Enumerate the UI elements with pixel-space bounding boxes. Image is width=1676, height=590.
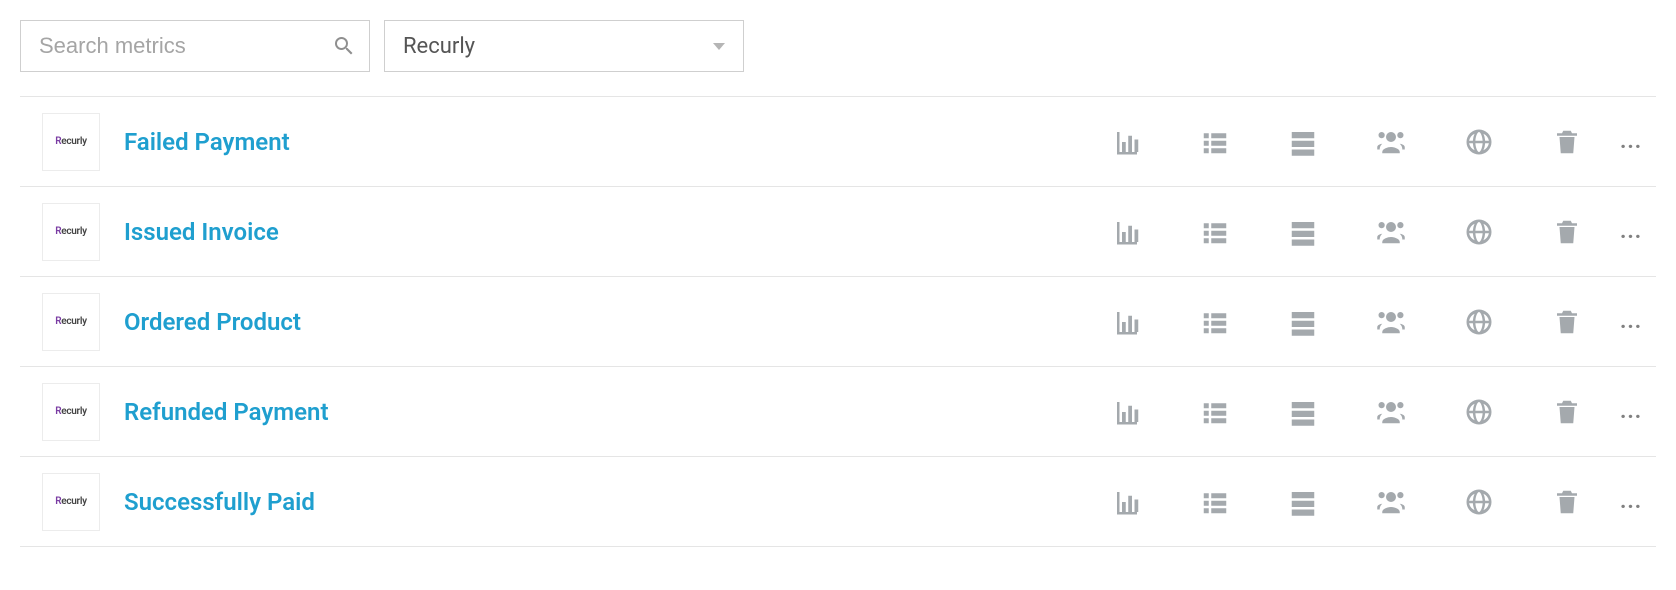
metrics-list: Recurly Failed Payment ... Recurly Issue…: [20, 96, 1656, 547]
server-icon[interactable]: [1288, 307, 1318, 337]
source-logo-text: Recurly: [55, 406, 87, 417]
more-menu-icon[interactable]: ...: [1620, 399, 1640, 424]
server-icon[interactable]: [1288, 487, 1318, 517]
source-select[interactable]: Recurly: [384, 20, 744, 72]
source-logo: Recurly: [42, 113, 100, 171]
chevron-down-icon: [713, 43, 725, 50]
globe-icon[interactable]: [1464, 127, 1494, 157]
row-actions: ...: [1112, 217, 1646, 247]
row-actions: ...: [1112, 397, 1646, 427]
source-logo: Recurly: [42, 383, 100, 441]
filters-bar: Recurly: [20, 20, 1656, 72]
users-icon[interactable]: [1376, 127, 1406, 157]
search-icon: [332, 34, 356, 58]
metric-name-link[interactable]: Ordered Product: [124, 308, 1112, 336]
more-menu-icon[interactable]: ...: [1620, 309, 1640, 334]
source-logo-text: Recurly: [55, 496, 87, 507]
trash-icon[interactable]: [1552, 217, 1582, 247]
list-icon[interactable]: [1200, 127, 1230, 157]
source-select-value: Recurly: [403, 34, 475, 59]
list-icon[interactable]: [1200, 487, 1230, 517]
source-logo: Recurly: [42, 473, 100, 531]
server-icon[interactable]: [1288, 217, 1318, 247]
list-icon[interactable]: [1200, 397, 1230, 427]
chart-icon[interactable]: [1112, 127, 1142, 157]
search-input[interactable]: [20, 20, 370, 72]
metric-name-link[interactable]: Issued Invoice: [124, 218, 1112, 246]
trash-icon[interactable]: [1552, 127, 1582, 157]
metric-name-link[interactable]: Successfully Paid: [124, 488, 1112, 516]
metric-row: Recurly Issued Invoice ...: [20, 187, 1656, 277]
metric-row: Recurly Refunded Payment ...: [20, 367, 1656, 457]
row-actions: ...: [1112, 127, 1646, 157]
server-icon[interactable]: [1288, 127, 1318, 157]
trash-icon[interactable]: [1552, 397, 1582, 427]
globe-icon[interactable]: [1464, 217, 1494, 247]
trash-icon[interactable]: [1552, 307, 1582, 337]
users-icon[interactable]: [1376, 217, 1406, 247]
metric-row: Recurly Successfully Paid ...: [20, 457, 1656, 547]
row-actions: ...: [1112, 307, 1646, 337]
users-icon[interactable]: [1376, 487, 1406, 517]
server-icon[interactable]: [1288, 397, 1318, 427]
source-logo-text: Recurly: [55, 136, 87, 147]
globe-icon[interactable]: [1464, 397, 1494, 427]
row-actions: ...: [1112, 487, 1646, 517]
source-logo: Recurly: [42, 203, 100, 261]
source-logo: Recurly: [42, 293, 100, 351]
search-field: [20, 20, 370, 72]
chart-icon[interactable]: [1112, 307, 1142, 337]
list-icon[interactable]: [1200, 307, 1230, 337]
chart-icon[interactable]: [1112, 217, 1142, 247]
metric-name-link[interactable]: Failed Payment: [124, 128, 1112, 156]
metric-name-link[interactable]: Refunded Payment: [124, 398, 1112, 426]
source-logo-text: Recurly: [55, 226, 87, 237]
users-icon[interactable]: [1376, 307, 1406, 337]
list-icon[interactable]: [1200, 217, 1230, 247]
source-logo-text: Recurly: [55, 316, 87, 327]
trash-icon[interactable]: [1552, 487, 1582, 517]
users-icon[interactable]: [1376, 397, 1406, 427]
metric-row: Recurly Failed Payment ...: [20, 97, 1656, 187]
chart-icon[interactable]: [1112, 487, 1142, 517]
metric-row: Recurly Ordered Product ...: [20, 277, 1656, 367]
globe-icon[interactable]: [1464, 307, 1494, 337]
more-menu-icon[interactable]: ...: [1620, 129, 1640, 154]
chart-icon[interactable]: [1112, 397, 1142, 427]
more-menu-icon[interactable]: ...: [1620, 219, 1640, 244]
more-menu-icon[interactable]: ...: [1620, 489, 1640, 514]
globe-icon[interactable]: [1464, 487, 1494, 517]
